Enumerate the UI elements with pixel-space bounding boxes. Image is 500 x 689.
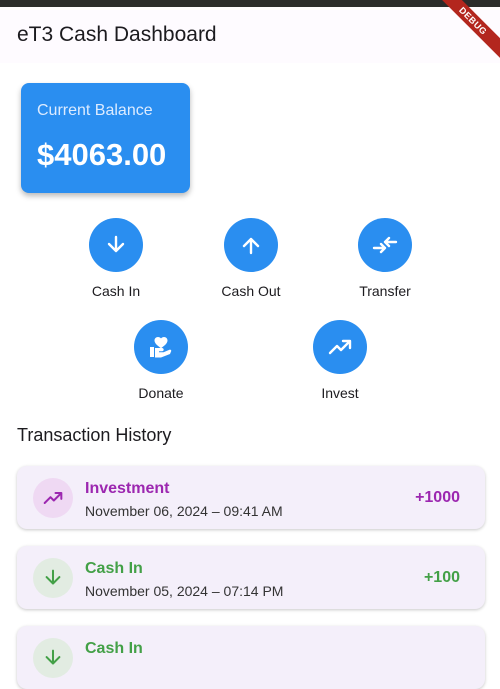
app-title: eT3 Cash Dashboard [17,23,217,46]
cash-out-button[interactable]: Cash Out [201,218,301,299]
cash-in-button[interactable]: Cash In [66,218,166,299]
transfer-icon[interactable] [358,218,412,272]
transaction-item[interactable]: Investment November 06, 2024 – 09:41 AM … [17,466,485,529]
transaction-amount: +1000 [415,489,460,506]
invest-button[interactable]: Invest [290,320,390,401]
app-bar: eT3 Cash Dashboard [0,7,500,63]
transaction-date: November 05, 2024 – 07:14 PM [85,583,284,599]
cash-in-label: Cash In [91,283,141,299]
balance-value: $4063.00 [37,137,167,172]
transaction-item[interactable]: Cash In November 05, 2024 – 07:14 PM +10… [17,546,485,609]
debug-label: DEBUG [440,0,500,65]
arrow-down-icon[interactable] [89,218,143,272]
transaction-date: November 06, 2024 – 09:41 AM [85,503,283,519]
transaction-history-title: Transaction History [17,425,172,445]
invest-label: Invest [321,385,359,401]
arrow-down-icon [33,558,73,598]
transaction-title: Cash In [85,560,143,577]
status-bar [0,0,500,7]
transaction-amount: +100 [423,569,460,586]
balance-label: Current Balance [37,102,153,119]
donate-button[interactable]: Donate [111,320,211,401]
cash-out-label: Cash Out [221,283,281,299]
donate-icon[interactable] [134,320,188,374]
transfer-button[interactable]: Transfer [335,218,435,299]
transaction-title: Cash In [85,640,143,657]
transaction-title: Investment [85,480,170,497]
arrow-up-icon[interactable] [224,218,278,272]
trending-up-icon[interactable] [313,320,367,374]
transaction-item[interactable]: Cash In [17,626,485,689]
arrow-down-icon [33,638,73,678]
debug-banner: DEBUG [440,0,500,70]
transfer-label: Transfer [359,283,411,299]
trending-up-icon [33,478,73,518]
donate-label: Donate [138,385,184,401]
balance-card: Current Balance $4063.00 [21,83,190,193]
